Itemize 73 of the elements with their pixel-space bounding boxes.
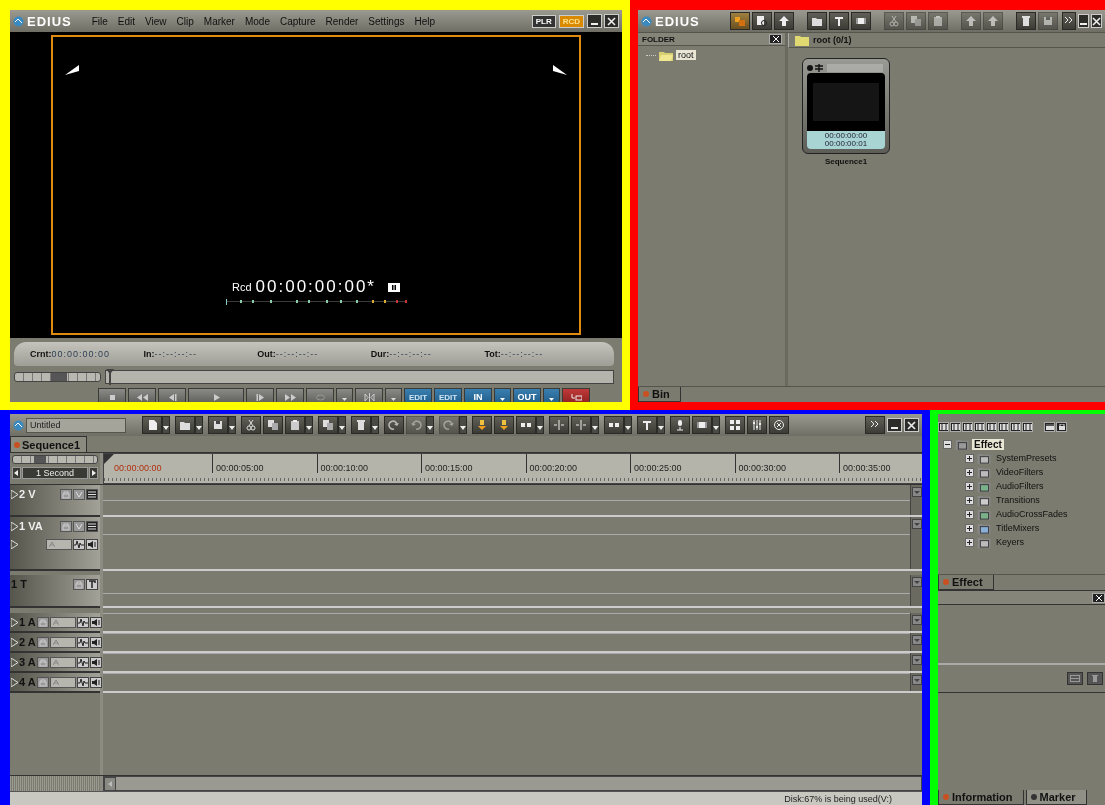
timecode-value: --:--:--:-- bbox=[389, 349, 432, 359]
logo-text: EDIUS bbox=[27, 13, 72, 29]
timecode-label: Out: bbox=[257, 349, 276, 359]
timecode-value: 00:00:00:00 bbox=[51, 349, 111, 359]
ruler-label: 00:00:20:00 bbox=[525, 454, 630, 473]
track-header[interactable]: 1 A bbox=[10, 613, 100, 633]
menu-item[interactable]: Capture bbox=[275, 15, 320, 27]
menu-item[interactable]: Mode bbox=[240, 15, 274, 27]
disk-usage-text: Disk:67% is being used(V:) bbox=[784, 793, 892, 804]
tree-item[interactable]: Transitions bbox=[994, 495, 1042, 505]
timecode-label: Tot: bbox=[484, 349, 501, 359]
tree-item[interactable]: Effect bbox=[972, 438, 1004, 450]
mode-button[interactable]: PLR bbox=[531, 14, 556, 28]
clip-timecode: 00:00:00:01 bbox=[823, 140, 869, 148]
edit-button[interactable]: EDIT bbox=[404, 388, 432, 402]
track-label: 4 A bbox=[19, 676, 36, 688]
track-header[interactable]: 3 A bbox=[10, 653, 100, 673]
folder-item[interactable]: root bbox=[676, 50, 696, 60]
sequence-tab[interactable]: Sequence1 bbox=[10, 436, 88, 452]
menu-item[interactable]: Marker bbox=[199, 15, 239, 27]
track-label: 3 A bbox=[19, 656, 36, 668]
mark-point-button[interactable]: OUT bbox=[513, 388, 541, 402]
pane-title: FOLDER bbox=[642, 34, 675, 44]
ruler-label: 00:00:05:00 bbox=[212, 454, 317, 473]
menu-item[interactable]: View bbox=[141, 15, 171, 27]
clip-timecode: 00:00:00:00 bbox=[823, 132, 869, 140]
track-header[interactable]: 1 T bbox=[10, 575, 100, 608]
timecode-value: --:--:--:-- bbox=[500, 349, 544, 359]
track-header[interactable]: 4 A bbox=[10, 673, 100, 693]
menu-item[interactable]: Help bbox=[410, 15, 440, 27]
timecode-label: In: bbox=[143, 349, 155, 359]
menu-item[interactable]: Clip bbox=[172, 15, 198, 27]
panel-tab[interactable]: Effect bbox=[938, 575, 994, 590]
track-header[interactable]: 2 A bbox=[10, 633, 100, 653]
ruler-label: 00:00:00:00 bbox=[114, 462, 163, 473]
tree-item[interactable]: Keyers bbox=[994, 537, 1026, 547]
panel-tab[interactable]: Marker bbox=[1025, 790, 1087, 805]
record-mode-label: Rcd bbox=[232, 281, 252, 293]
menu-item[interactable]: File bbox=[87, 15, 112, 27]
timecode-value: --:--:--:-- bbox=[275, 349, 319, 359]
tree-item[interactable]: TitleMixers bbox=[994, 523, 1042, 533]
clip-name: Sequence1 bbox=[824, 157, 868, 166]
project-name-field[interactable]: Untitled bbox=[26, 417, 126, 433]
track-label: 1 T bbox=[11, 578, 27, 590]
menu-item[interactable]: Edit bbox=[113, 15, 140, 27]
edit-button[interactable]: EDIT bbox=[434, 388, 462, 402]
track-label: 1 A bbox=[19, 616, 36, 628]
logo-text: EDIUS bbox=[655, 13, 700, 29]
track-label: 2 A bbox=[19, 636, 36, 648]
ruler-label: 00:00:25:00 bbox=[630, 454, 735, 473]
mark-point-button[interactable]: IN bbox=[464, 388, 492, 402]
track-label: 1 VA bbox=[19, 520, 43, 532]
overlay-timecode: 00:00:00:00* bbox=[255, 277, 376, 297]
menu-item[interactable]: Render bbox=[321, 15, 363, 27]
panel-tab[interactable]: Bin bbox=[638, 387, 681, 402]
ruler-label: 00:00:10:00 bbox=[316, 454, 421, 473]
track-header[interactable]: 2 V bbox=[10, 485, 100, 517]
ruler-label: 00:00:15:00 bbox=[421, 454, 526, 473]
timecode-label: Crnt: bbox=[30, 349, 52, 359]
timecode-label: Dur: bbox=[370, 349, 390, 359]
track-header[interactable]: 1 VA bbox=[10, 517, 100, 571]
tree-item[interactable]: AudioCrossFades bbox=[994, 509, 1070, 519]
panel-tab[interactable]: Information bbox=[938, 790, 1024, 805]
sequence-clip[interactable]: 00:00:00:00 00:00:00:01 bbox=[802, 58, 890, 154]
ruler-label: 00:00:30:00 bbox=[734, 454, 839, 473]
folder-path: root (0/1) bbox=[813, 35, 852, 45]
scale-dropdown[interactable]: 1 Second bbox=[22, 466, 88, 479]
tree-item[interactable]: VideoFilters bbox=[994, 467, 1046, 477]
time-ruler[interactable]: 00:00:00:00 00:00:05:00 00:00:10:00 00:00:15:00 00:00:20:00 00:00:25:00 00:00:30:00 00:00:35:00 bbox=[103, 453, 922, 484]
menu-item[interactable]: Settings bbox=[364, 15, 409, 27]
track-label: 2 V bbox=[19, 488, 36, 500]
tree-item[interactable]: SystemPresets bbox=[994, 453, 1059, 463]
tree-item[interactable]: AudioFilters bbox=[994, 481, 1046, 491]
